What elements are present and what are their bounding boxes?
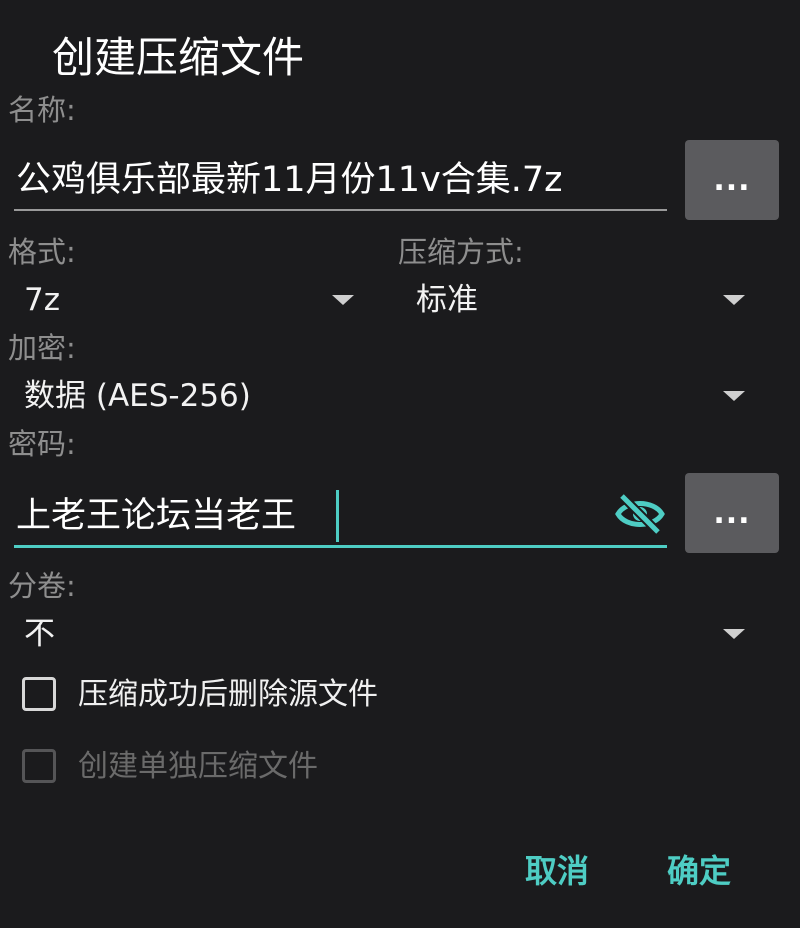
format-dropdown[interactable]: 7z: [10, 276, 370, 324]
text-cursor: [336, 490, 339, 542]
name-label: 名称:: [8, 93, 76, 127]
password-input[interactable]: 上老王论坛当老王: [16, 492, 296, 540]
cancel-button[interactable]: 取消: [525, 851, 589, 891]
chevron-down-icon: [723, 391, 745, 401]
ok-button[interactable]: 确定: [667, 851, 731, 891]
compression-label: 压缩方式:: [398, 235, 524, 269]
chevron-down-icon: [723, 295, 745, 305]
encryption-label: 加密:: [8, 331, 76, 365]
format-label: 格式:: [8, 235, 76, 269]
encryption-value: 数据 (AES-256): [24, 378, 251, 414]
browse-path-button[interactable]: ...: [685, 140, 779, 220]
split-label: 分卷:: [8, 569, 76, 603]
archive-name-input[interactable]: 公鸡俱乐部最新11月份11v合集.7z: [16, 156, 661, 204]
separate-archives-label: 创建单独压缩文件: [78, 749, 318, 784]
delete-source-label: 压缩成功后删除源文件: [78, 677, 378, 712]
format-value: 7z: [24, 282, 60, 318]
password-label: 密码:: [8, 427, 76, 461]
chevron-down-icon: [723, 629, 745, 639]
password-options-button[interactable]: ...: [685, 473, 779, 553]
password-underline: [14, 545, 667, 548]
delete-source-option[interactable]: 压缩成功后删除源文件: [20, 672, 440, 718]
encryption-dropdown[interactable]: 数据 (AES-256): [10, 372, 760, 420]
chevron-down-icon: [332, 295, 354, 305]
split-value: 不: [24, 616, 55, 652]
dialog-title: 创建压缩文件: [52, 33, 305, 82]
delete-source-checkbox[interactable]: [22, 677, 56, 711]
archive-name-underline: [14, 209, 667, 211]
eye-off-icon[interactable]: [614, 492, 666, 536]
compression-value: 标准: [416, 282, 478, 318]
separate-archives-option: 创建单独压缩文件: [20, 744, 440, 790]
separate-archives-checkbox: [22, 749, 56, 783]
split-dropdown[interactable]: 不: [10, 610, 760, 658]
password-field[interactable]: 上老王论坛当老王: [14, 484, 667, 548]
compression-dropdown[interactable]: 标准: [400, 276, 760, 324]
